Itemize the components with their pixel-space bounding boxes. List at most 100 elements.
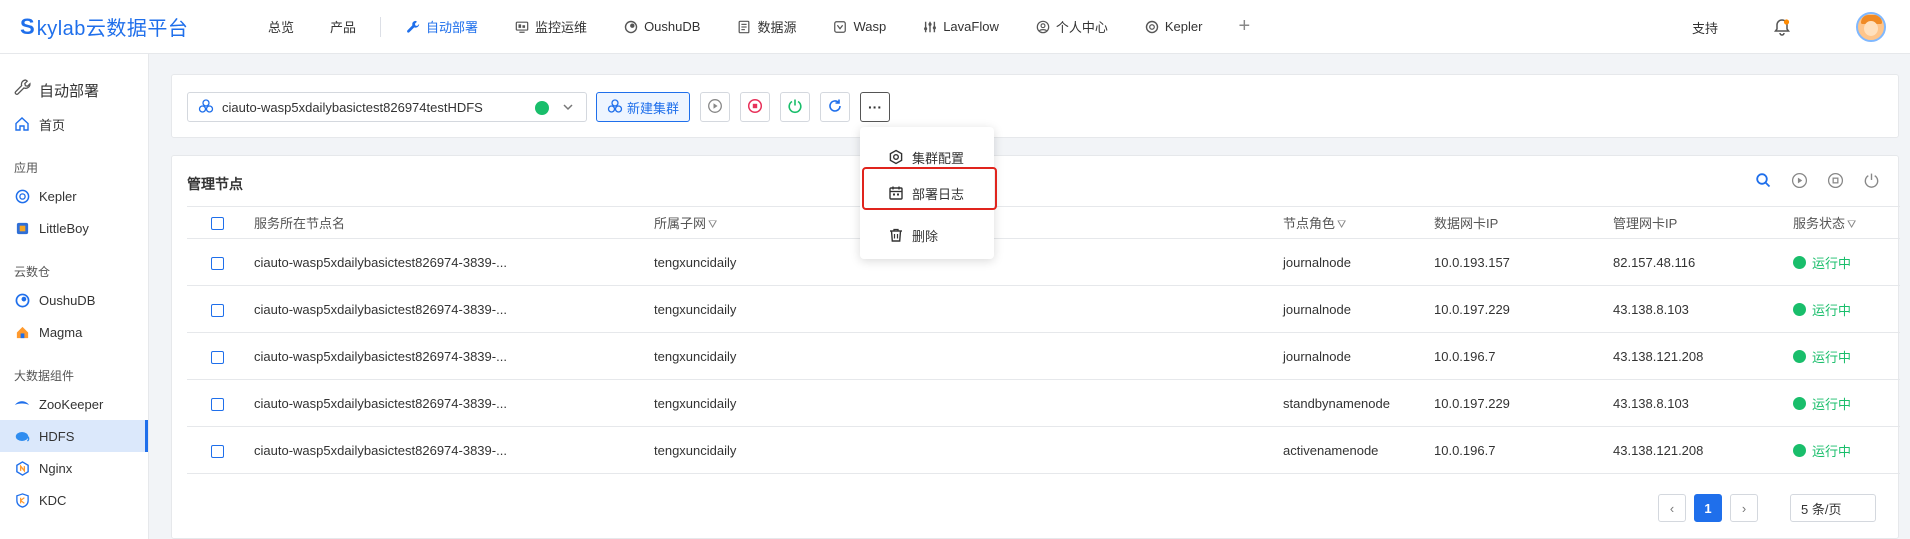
mgmt-ip-cell: 43.138.8.103 bbox=[1613, 285, 1793, 333]
sidebar-item-oushudb[interactable]: OushuDB bbox=[0, 284, 148, 316]
running-status-icon bbox=[1793, 349, 1806, 363]
filter-icon[interactable]: ⛛ bbox=[708, 219, 717, 231]
bell-icon[interactable] bbox=[1772, 17, 1792, 37]
sidebar-item-magma[interactable]: Magma bbox=[0, 316, 148, 348]
wrench-icon bbox=[14, 79, 31, 101]
more-actions-button[interactable]: ··· bbox=[860, 92, 890, 122]
card-tools bbox=[1754, 171, 1880, 189]
avatar[interactable] bbox=[1856, 12, 1886, 42]
nav-item-datasource[interactable]: 数据源 bbox=[718, 0, 814, 54]
nav-item-auto-deploy[interactable]: 自动部署 bbox=[387, 0, 496, 54]
row-checkbox-cell bbox=[187, 332, 254, 380]
nav-item-personal-center[interactable]: 个人中心 bbox=[1017, 0, 1126, 54]
brand-logo-mark: S bbox=[20, 13, 35, 39]
oushudb-icon bbox=[623, 19, 639, 35]
row-checkbox[interactable] bbox=[211, 350, 224, 364]
row-checkbox-cell bbox=[187, 285, 254, 333]
nav-item-products[interactable]: 产品 bbox=[312, 0, 374, 54]
sidebar-item-home[interactable]: 首页 bbox=[0, 108, 148, 140]
menu-item-cluster-config[interactable]: 集群配置 bbox=[860, 140, 994, 174]
sidebar-item-littleboy[interactable]: LittleBoy bbox=[0, 212, 148, 244]
next-page-button[interactable]: › bbox=[1730, 494, 1758, 522]
column-header-role[interactable]: 节点角色 ⛛ bbox=[1283, 206, 1434, 239]
role-cell: journalnode bbox=[1283, 285, 1434, 333]
nav-item-oushudb[interactable]: OushuDB bbox=[605, 0, 718, 54]
sidebar-item-zookeeper[interactable]: ZooKeeper bbox=[0, 388, 148, 420]
hdfs-elephant-icon bbox=[14, 428, 30, 444]
cluster-select[interactable]: ciauto-wasp5xdailybasictest826974testHDF… bbox=[187, 92, 587, 122]
nav-label: 自动部署 bbox=[426, 20, 479, 35]
new-cluster-label: 新建集群 bbox=[626, 100, 679, 116]
menu-item-deploy-log[interactable]: 部署日志 bbox=[860, 176, 994, 210]
new-cluster-button[interactable]: 新建集群 bbox=[596, 92, 690, 122]
status-text: 运行中 bbox=[1812, 349, 1852, 365]
support-link[interactable]: 支持 bbox=[1692, 18, 1718, 37]
chevron-down-icon bbox=[562, 98, 574, 119]
status-cell: 运行中 bbox=[1793, 426, 1900, 474]
nav-label: 监控运维 bbox=[535, 20, 588, 35]
sidebar-title-text: 自动部署 bbox=[39, 82, 100, 100]
table-row: ciauto-wasp5xdailybasictest826974-3839-.… bbox=[187, 379, 1900, 427]
sidebar-item-nginx[interactable]: Nginx bbox=[0, 452, 148, 484]
monitor-icon bbox=[514, 19, 530, 35]
document-icon bbox=[736, 19, 752, 35]
nav-label: Kepler bbox=[1164, 19, 1203, 34]
search-icon[interactable] bbox=[1754, 171, 1772, 189]
cluster-icon bbox=[198, 98, 214, 117]
column-header-label: 节点角色 bbox=[1283, 216, 1336, 231]
nav-item-overview[interactable]: 总览 bbox=[250, 0, 312, 54]
column-header-data-ip: 数据网卡IP bbox=[1434, 206, 1613, 239]
page-number-button[interactable]: 1 bbox=[1694, 494, 1722, 522]
power-button[interactable] bbox=[780, 92, 810, 122]
node-name-link[interactable]: ciauto-wasp5xdailybasictest826974-3839-.… bbox=[254, 332, 654, 380]
node-name-link[interactable]: ciauto-wasp5xdailybasictest826974-3839-.… bbox=[254, 426, 654, 474]
prev-page-button[interactable]: ‹ bbox=[1658, 494, 1686, 522]
row-checkbox-cell bbox=[187, 379, 254, 427]
wrench-icon bbox=[405, 19, 421, 35]
more-icon: ··· bbox=[868, 99, 882, 115]
select-all-checkbox[interactable] bbox=[211, 217, 224, 231]
sidebar-title: 自动部署 bbox=[0, 72, 148, 108]
sidebar-item-kepler[interactable]: Kepler bbox=[0, 180, 148, 212]
row-checkbox[interactable] bbox=[211, 397, 224, 411]
page-size-select[interactable]: 5 条/页 bbox=[1790, 494, 1876, 522]
wasp-icon bbox=[832, 19, 848, 35]
sidebar-item-hdfs[interactable]: HDFS bbox=[0, 420, 148, 452]
status-badge: 运行中 bbox=[1793, 347, 1851, 366]
select-all-checkbox-cell bbox=[187, 206, 254, 239]
nav-item-monitoring[interactable]: 监控运维 bbox=[496, 0, 605, 54]
nav-item-wasp[interactable]: Wasp bbox=[814, 0, 904, 54]
column-header-mgmt-ip: 管理网卡IP bbox=[1613, 206, 1793, 239]
nav-item-kepler[interactable]: Kepler bbox=[1126, 0, 1221, 54]
brand-logo[interactable]: S kylab云数据平台 bbox=[0, 0, 250, 54]
role-cell: activenamenode bbox=[1283, 426, 1434, 474]
node-name-link[interactable]: ciauto-wasp5xdailybasictest826974-3839-.… bbox=[254, 238, 654, 286]
stop-button[interactable] bbox=[740, 92, 770, 122]
filter-icon[interactable]: ⛛ bbox=[1337, 219, 1346, 231]
table-header-row: 服务所在节点名 所属子网 ⛛ 节点角色 ⛛ 数据网卡IP 管理网卡IP 服务状态 ⛛ bbox=[187, 206, 1900, 239]
cluster-icon bbox=[607, 98, 623, 117]
power-icon[interactable] bbox=[1862, 171, 1880, 189]
status-badge: 运行中 bbox=[1793, 300, 1851, 319]
power-icon bbox=[787, 98, 803, 117]
row-checkbox[interactable] bbox=[211, 256, 224, 270]
column-header-status[interactable]: 服务状态 ⛛ bbox=[1793, 206, 1900, 239]
node-name-link[interactable]: ciauto-wasp5xdailybasictest826974-3839-.… bbox=[254, 285, 654, 333]
status-badge: 运行中 bbox=[1793, 253, 1851, 272]
row-checkbox[interactable] bbox=[211, 444, 224, 458]
refresh-button[interactable] bbox=[820, 92, 850, 122]
start-button[interactable] bbox=[700, 92, 730, 122]
subnet-cell: tengxuncidaily bbox=[654, 332, 1283, 380]
menu-item-delete[interactable]: 删除 bbox=[860, 218, 994, 252]
status-cell: 运行中 bbox=[1793, 238, 1900, 286]
filter-icon[interactable]: ⛛ bbox=[1847, 219, 1856, 231]
sidebar-item-label: LittleBoy bbox=[39, 220, 89, 236]
add-tab-button[interactable]: + bbox=[1220, 15, 1268, 38]
play-circle-icon[interactable] bbox=[1790, 171, 1808, 189]
sidebar-item-kdc[interactable]: KDC bbox=[0, 484, 148, 516]
node-name-link[interactable]: ciauto-wasp5xdailybasictest826974-3839-.… bbox=[254, 379, 654, 427]
stop-circle-icon[interactable] bbox=[1826, 171, 1844, 189]
running-status-icon bbox=[1793, 396, 1806, 410]
row-checkbox[interactable] bbox=[211, 303, 224, 317]
nav-item-lavaflow[interactable]: LavaFlow bbox=[904, 0, 1017, 54]
